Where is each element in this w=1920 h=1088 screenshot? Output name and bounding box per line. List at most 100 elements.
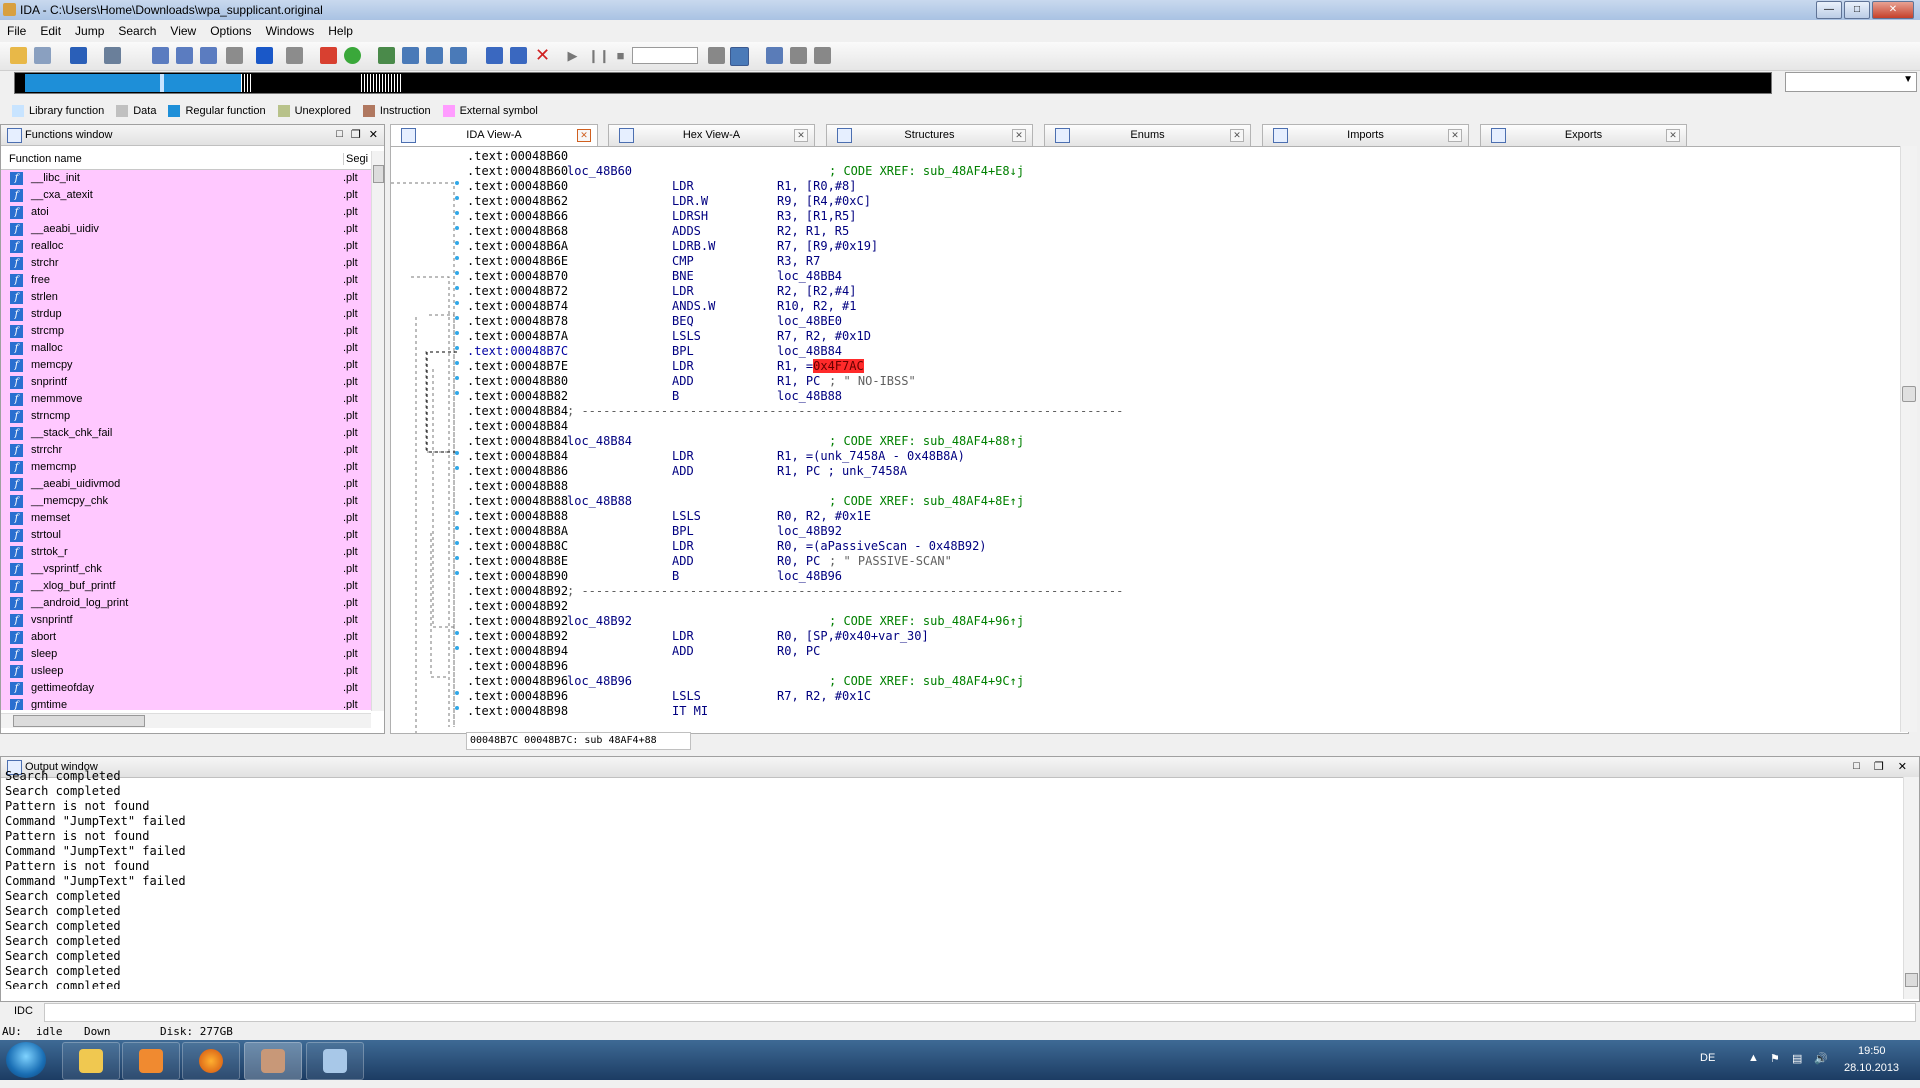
tab-exports[interactable]: Exports ✕ (1480, 124, 1687, 147)
menu-options[interactable]: Options (203, 24, 258, 38)
disasm-line[interactable]: .text:00048B60 (467, 149, 568, 164)
delete-icon[interactable]: ✕ (534, 46, 551, 64)
flag-icon[interactable]: ⚑ (1770, 1052, 1780, 1065)
function-row[interactable]: f strdup .plt (1, 306, 371, 323)
function-row[interactable]: f __xlog_buf_printf .plt (1, 578, 371, 595)
taskbar-media-player[interactable] (122, 1042, 180, 1080)
function-row[interactable]: f memset .plt (1, 510, 371, 527)
text-search-icon[interactable] (176, 47, 193, 64)
step-icon[interactable] (708, 47, 725, 64)
menu-windows[interactable]: Windows (259, 24, 322, 38)
disasm-line[interactable]: .text:00048B66 LDRSH R3, [R1,R5] (467, 209, 856, 224)
function-row[interactable]: f __stack_chk_fail .plt (1, 425, 371, 442)
restore-icon[interactable]: ❐ (351, 128, 361, 141)
column-function-name[interactable]: Function name (9, 153, 82, 165)
disasm-line[interactable]: .text:00048B68 ADDS R2, R1, R5 (467, 224, 849, 239)
disasm-line[interactable]: .text:00048B88 loc_48B88 ; CODE XREF: sub_… (467, 494, 1024, 509)
disasm-line[interactable]: .text:00048B6A LDRB.W R7, [R9,#0x19] (467, 239, 878, 254)
add-enum-icon[interactable] (426, 47, 443, 64)
debugger-select[interactable] (632, 47, 698, 64)
ascii-icon[interactable] (320, 47, 337, 64)
disasm-xref-comment[interactable]: ; CODE XREF: sub_48AF4+96↑j (829, 614, 1024, 629)
float-icon[interactable]: □ (336, 128, 343, 141)
taskbar-explorer[interactable] (62, 1042, 120, 1080)
function-row[interactable]: f abort .plt (1, 629, 371, 646)
disasm-line[interactable]: .text:00048B84 LDR R1, =(unk_7458A - 0x48B… (467, 449, 965, 464)
disasm-line[interactable]: .text:00048B7E LDR R1, =0x4F7AC (467, 359, 864, 374)
disasm-line[interactable]: .text:00048B7C BPL loc_48B84 (467, 344, 842, 359)
column-segment[interactable]: Segi (343, 153, 368, 165)
patch-icon[interactable] (510, 47, 527, 64)
disasm-line[interactable]: .text:00048B86 ADD R1, PC ; unk_7458A (467, 464, 907, 479)
add-segment-icon[interactable] (450, 47, 467, 64)
close-icon[interactable]: ✕ (369, 128, 378, 141)
disassembly-vscroll-thumb[interactable] (1902, 386, 1916, 402)
menu-help[interactable]: Help (321, 24, 360, 38)
function-row[interactable]: f strncmp .plt (1, 408, 371, 425)
taskbar-firefox[interactable] (182, 1042, 240, 1080)
disasm-line[interactable]: .text:00048B84 (467, 419, 568, 434)
function-row[interactable]: f __libc_init .plt (1, 170, 371, 187)
language-indicator[interactable]: DE (1700, 1052, 1715, 1064)
volume-icon[interactable]: 🔊 (1814, 1052, 1828, 1065)
print-icon[interactable] (226, 47, 243, 64)
tab-hex-view-a[interactable]: Hex View-A ✕ (608, 124, 815, 147)
chevron-up-icon[interactable]: ▲ (1748, 1052, 1759, 1064)
function-row[interactable]: f memcmp .plt (1, 459, 371, 476)
disasm-line[interactable]: .text:00048B74 ANDS.W R10, R2, #1 (467, 299, 856, 314)
tab-close-icon[interactable]: ✕ (1448, 129, 1462, 142)
navigation-band-select[interactable]: ▼ (1785, 72, 1917, 92)
function-row[interactable]: f gettimeofday .plt (1, 680, 371, 697)
function-row[interactable]: f __vsprintf_chk .plt (1, 561, 371, 578)
functions-vscroll[interactable] (371, 151, 384, 711)
function-row[interactable]: f malloc .plt (1, 340, 371, 357)
xref-icon[interactable] (486, 47, 503, 64)
binary-search-icon[interactable] (152, 47, 169, 64)
disasm-line[interactable]: .text:00048B70 BNE loc_48BB4 (467, 269, 842, 284)
taskbar-ida[interactable] (244, 1042, 302, 1080)
forward-arrow-icon[interactable] (104, 47, 121, 64)
disasm-line[interactable]: .text:00048B92 loc_48B92 ; CODE XREF: sub_… (467, 614, 1024, 629)
disasm-line[interactable]: .text:00048B92 LDR R0, [SP,#0x40+var_30] (467, 629, 929, 644)
disasm-line[interactable]: .text:00048B90 Bloc_48B96 (467, 569, 842, 584)
add-function-icon[interactable] (378, 47, 395, 64)
disasm-line[interactable]: .text:00048B60 loc_48B60 ; CODE XREF: sub_… (467, 164, 1024, 179)
save-icon[interactable] (34, 47, 51, 64)
disasm-line[interactable]: .text:00048B78 BEQ loc_48BE0 (467, 314, 842, 329)
add-struct-icon[interactable] (402, 47, 419, 64)
function-row[interactable]: f sleep .plt (1, 646, 371, 663)
output-vscroll[interactable] (1903, 777, 1919, 999)
function-row[interactable]: f realloc .plt (1, 238, 371, 255)
clock-date[interactable]: 28.10.2013 (1844, 1062, 1899, 1074)
next-search-icon[interactable] (200, 47, 217, 64)
function-row[interactable]: f strrchr .plt (1, 442, 371, 459)
navigation-band[interactable] (14, 72, 1772, 94)
disasm-line[interactable]: .text:00048B6E CMP R3, R7 (467, 254, 820, 269)
function-row[interactable]: f usleep .plt (1, 663, 371, 680)
tab-close-icon[interactable]: ✕ (1012, 129, 1026, 142)
clock-time[interactable]: 19:50 (1858, 1045, 1886, 1057)
tab-ida-view-a[interactable]: IDA View-A ✕ (390, 124, 598, 147)
disasm-line[interactable]: .text:00048B96 LSLS R7, R2, #0x1C (467, 689, 871, 704)
network-icon[interactable]: ▤ (1792, 1052, 1802, 1065)
function-row[interactable]: f vsnprintf .plt (1, 612, 371, 629)
stop-icon[interactable]: ■ (612, 47, 629, 64)
function-row[interactable]: f strtok_r .plt (1, 544, 371, 561)
tab-close-icon[interactable]: ✕ (1666, 129, 1680, 142)
tab-enums[interactable]: Enums ✕ (1044, 124, 1251, 147)
close-icon[interactable]: ✕ (1898, 760, 1907, 773)
pause-icon[interactable]: ❙❙ (588, 47, 610, 64)
disassembly-vscroll[interactable] (1900, 146, 1917, 732)
disasm-line[interactable]: .text:00048B8E ADD R0, PC ; " PASSIVE-SCAN" (467, 554, 952, 569)
tab-close-icon[interactable]: ✕ (577, 129, 591, 142)
taskbar-paint[interactable] (306, 1042, 364, 1080)
disassembly-view[interactable]: .text:00048B60 .text:00048B60 loc_48B60; C… (390, 146, 1909, 734)
function-row[interactable]: f strcmp .plt (1, 323, 371, 340)
function-row[interactable]: f __android_log_print .plt (1, 595, 371, 612)
functions-hscroll-thumb[interactable] (13, 715, 145, 727)
menu-search[interactable]: Search (111, 24, 163, 38)
run-icon[interactable]: ▶ (564, 47, 581, 64)
disasm-line[interactable]: .text:00048B84 loc_48B84 ; CODE XREF: sub_… (467, 434, 1024, 449)
disasm-line[interactable]: .text:00048B80 ADD R1, PC ; " NO-IBSS" (467, 374, 916, 389)
disasm-line[interactable]: .text:00048B7A LSLS R7, R2, #0x1D (467, 329, 871, 344)
